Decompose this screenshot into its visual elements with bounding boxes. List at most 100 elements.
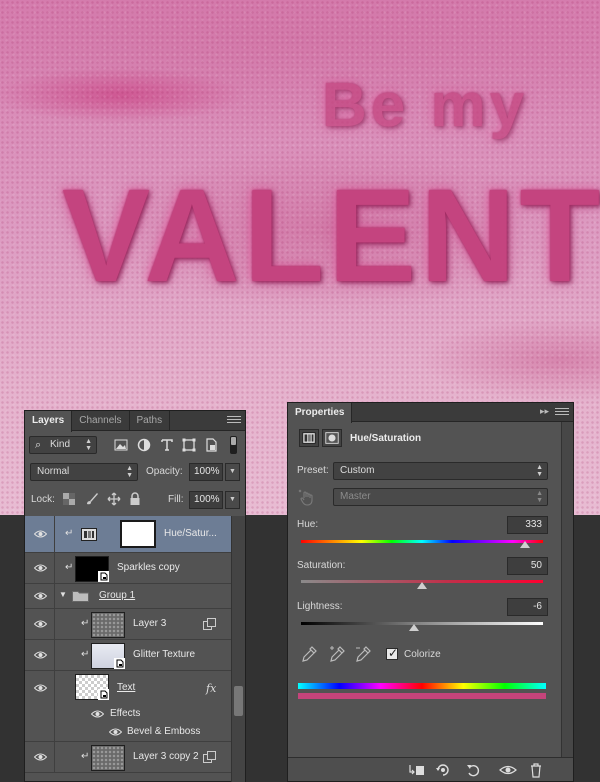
layer-mask-icon[interactable] <box>322 429 342 447</box>
tab-channels[interactable]: Channels <box>72 411 130 430</box>
lock-all-icon[interactable] <box>129 492 141 506</box>
fill-input[interactable]: 100% <box>189 491 223 509</box>
clip-to-layer-icon[interactable] <box>406 762 426 778</box>
fill-slider-button[interactable]: ▼ <box>225 491 240 509</box>
layers-panel: Layers Channels Paths ⌕ Kind ▲ ▼ Normal ▲… <box>24 410 246 782</box>
layer-name: Layer 3 copy 2 <box>133 751 199 762</box>
saturation-label: Saturation: <box>297 560 346 571</box>
layer-row-effects[interactable]: Effects <box>25 704 233 723</box>
layer-list: ↵ Hue/Satur... ↵ Sparkles copy ▼ Group 1… <box>25 516 233 782</box>
blend-mode-value: Normal <box>37 466 70 477</box>
layer-thumbnail <box>91 745 125 771</box>
lock-position-move-icon[interactable] <box>107 492 121 506</box>
visibility-cell <box>25 516 55 552</box>
panel-menu-icon[interactable] <box>555 408 569 418</box>
artwork-line-be-my: Be my <box>322 71 529 140</box>
toggle-visibility-eye-icon[interactable] <box>498 762 518 778</box>
opacity-label: Opacity: <box>146 466 183 477</box>
opacity-input[interactable]: 100% <box>189 463 223 481</box>
tab-layers[interactable]: Layers <box>25 411 73 432</box>
visibility-cell <box>25 742 55 772</box>
smart-object-badge-icon <box>114 658 125 669</box>
lightness-slider-knob[interactable] <box>409 624 419 631</box>
eyedropper-icon[interactable] <box>300 645 318 663</box>
scrollbar-thumb[interactable] <box>234 686 243 716</box>
properties-tabbar: Properties ▸▸ <box>288 403 573 423</box>
clipping-arrow-icon: ↵ <box>81 649 90 660</box>
reset-adjustment-icon[interactable] <box>464 762 484 778</box>
eye-icon[interactable] <box>34 753 47 761</box>
lightness-input[interactable]: -6 <box>507 598 548 616</box>
fx-icon[interactable]: fx <box>206 682 216 695</box>
lock-label: Lock: <box>31 494 55 505</box>
eye-icon[interactable] <box>34 684 47 692</box>
eyedropper-plus-icon[interactable] <box>328 645 346 663</box>
smart-object-filter-icon[interactable] <box>203 437 219 453</box>
tab-properties[interactable]: Properties <box>288 403 353 423</box>
eye-icon[interactable] <box>34 530 47 538</box>
opacity-slider-button[interactable]: ▼ <box>225 463 240 481</box>
smart-object-badge-icon <box>98 689 109 700</box>
pixel-filter-icon[interactable] <box>113 437 129 453</box>
hue-slider-track[interactable] <box>301 540 543 543</box>
filter-toggle-switch[interactable] <box>230 436 237 454</box>
folder-icon <box>72 591 89 602</box>
filter-kind-dropdown[interactable]: ⌕ Kind ▲ ▼ <box>29 436 97 454</box>
lock-transparent-icon[interactable] <box>63 493 75 505</box>
visibility-cell <box>25 584 55 608</box>
type-filter-icon[interactable] <box>159 437 175 453</box>
layer-row-sparkles-copy[interactable]: ↵ Sparkles copy <box>25 553 233 584</box>
layer-row-glitter-texture[interactable]: ↵ Glitter Texture <box>25 640 233 671</box>
layer-row-group-1[interactable]: ▼ Group 1 <box>25 584 233 609</box>
hue-slider-knob[interactable] <box>520 541 530 548</box>
visibility-cell <box>25 671 55 704</box>
preset-dropdown[interactable]: Custom ▲ ▼ <box>333 462 548 480</box>
layer-row-bevel-emboss[interactable]: Bevel & Emboss <box>25 723 233 742</box>
layer-row-layer-3[interactable]: ↵ Layer 3 <box>25 609 233 640</box>
colorize-checkbox[interactable]: ✓ <box>386 646 399 660</box>
channel-value: Master <box>340 491 371 502</box>
layers-tabbar: Layers Channels Paths <box>25 411 245 432</box>
hue-input[interactable]: 333 <box>507 516 548 534</box>
shape-filter-icon[interactable] <box>181 437 197 453</box>
panel-menu-icon[interactable] <box>227 416 241 426</box>
clipping-arrow-icon: ↵ <box>81 618 90 629</box>
chevron-updown-icon: ▲ ▼ <box>126 465 133 479</box>
trash-icon[interactable] <box>526 762 546 778</box>
checkmark-icon: ✓ <box>388 646 399 660</box>
layer-filter-row: ⌕ Kind ▲ ▼ <box>29 435 243 457</box>
chevron-updown-icon: ▲ ▼ <box>85 438 92 452</box>
properties-scrollbar[interactable] <box>561 422 573 760</box>
hue-saturation-adjustment-icon[interactable] <box>299 429 319 447</box>
layer-mask-thumbnail[interactable] <box>120 520 156 548</box>
eye-icon[interactable] <box>34 651 47 659</box>
blend-mode-dropdown[interactable]: Normal ▲ ▼ <box>30 463 138 481</box>
eye-icon[interactable] <box>109 728 122 736</box>
saturation-input[interactable]: 50 <box>507 557 548 575</box>
saturation-slider-knob[interactable] <box>417 582 427 589</box>
layer-thumbnail <box>91 643 125 669</box>
eye-icon[interactable] <box>91 710 104 718</box>
colorize-label: Colorize <box>404 649 441 660</box>
visibility-cell <box>25 723 55 741</box>
lightness-label: Lightness: <box>297 601 343 612</box>
layer-row-text[interactable]: Text fx <box>25 671 233 704</box>
lock-image-brush-icon[interactable] <box>85 492 99 506</box>
lightness-slider-track[interactable] <box>301 622 543 625</box>
eyedropper-minus-icon[interactable] <box>354 645 372 663</box>
eye-icon[interactable] <box>34 564 47 572</box>
preset-label: Preset: <box>297 465 329 476</box>
layer-row-hue-saturation[interactable]: ↵ Hue/Satur... <box>25 516 233 553</box>
view-previous-state-icon[interactable] <box>434 762 454 778</box>
layers-scrollbar[interactable] <box>231 516 245 782</box>
tab-paths[interactable]: Paths <box>130 411 171 430</box>
chevron-down-icon[interactable]: ▼ <box>59 590 67 599</box>
layer-name: Layer 3 <box>133 618 167 629</box>
eye-icon[interactable] <box>34 592 47 600</box>
targeted-adjustment-hand-icon[interactable] <box>298 489 316 507</box>
layer-row-layer-3-copy-2[interactable]: ↵ Layer 3 copy 2 <box>25 742 233 773</box>
channel-dropdown[interactable]: Master ▲ ▼ <box>333 488 548 506</box>
eye-icon[interactable] <box>34 620 47 628</box>
collapse-panel-icon[interactable]: ▸▸ <box>540 406 549 417</box>
adjustment-filter-icon[interactable] <box>136 437 152 453</box>
